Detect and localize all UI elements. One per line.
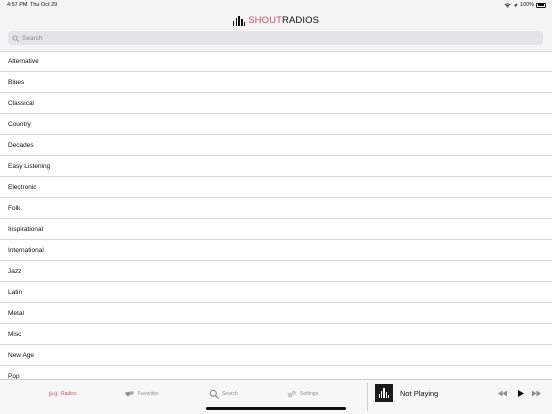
- status-time: 4:57 PM: [7, 2, 28, 8]
- genre-label: New Age: [8, 351, 35, 359]
- rewind-button[interactable]: [497, 388, 508, 398]
- genre-row[interactable]: Classical: [0, 93, 552, 114]
- genre-row[interactable]: Blues: [0, 72, 552, 93]
- app-title: SHOUTRADIOS: [248, 14, 320, 26]
- genre-label: Classical: [8, 99, 35, 107]
- genre-label: Misc: [8, 330, 22, 338]
- genre-row[interactable]: Jazz: [0, 261, 552, 282]
- equalizer-logo-icon: [232, 15, 246, 26]
- genre-row[interactable]: New Age: [0, 345, 552, 366]
- genre-row[interactable]: International: [0, 240, 552, 261]
- genre-label: Easy Listening: [8, 162, 51, 170]
- wifi-icon: [504, 2, 511, 8]
- genre-label: Metal: [8, 309, 24, 317]
- genre-label: Inspirational: [8, 225, 44, 233]
- genre-row[interactable]: Country: [0, 114, 552, 135]
- status-bar: 4:57 PM Thu Oct 29 100%: [0, 0, 552, 11]
- battery-percent: 100%: [519, 2, 534, 8]
- app-header: SHOUTRADIOS: [0, 11, 552, 30]
- genre-row[interactable]: Inspirational: [0, 219, 552, 240]
- tab-search-label: Search: [222, 391, 238, 397]
- logo-shout-text: SHOUT: [248, 14, 282, 26]
- status-date: Thu Oct 29: [30, 2, 58, 8]
- genre-row[interactable]: Easy Listening: [0, 156, 552, 177]
- genre-row[interactable]: Latin: [0, 282, 552, 303]
- play-icon: [518, 389, 524, 397]
- logo-radios-text: RADIOS: [281, 14, 320, 26]
- genre-row[interactable]: Folk: [0, 198, 552, 219]
- genre-label: Decades: [8, 141, 34, 149]
- app-logo: SHOUTRADIOS: [232, 14, 320, 26]
- genre-label: International: [8, 246, 44, 254]
- genre-row[interactable]: Metal: [0, 303, 552, 324]
- genre-row[interactable]: Alternative: [0, 51, 552, 72]
- fast-forward-button[interactable]: [531, 388, 542, 398]
- gears-icon: [287, 390, 296, 398]
- genre-row[interactable]: Electronic: [0, 177, 552, 198]
- genre-label: Country: [8, 120, 31, 128]
- tab-search[interactable]: Search: [209, 388, 238, 400]
- now-playing-artwork[interactable]: [375, 384, 393, 402]
- genre-label: Blues: [8, 78, 25, 86]
- genre-row[interactable]: Decades: [0, 135, 552, 156]
- genre-label: Latin: [8, 288, 23, 296]
- status-indicators: 100%: [504, 2, 546, 8]
- location-icon: [513, 3, 518, 7]
- search-bar[interactable]: [8, 31, 543, 45]
- home-indicator: [206, 407, 346, 410]
- search-input[interactable]: [22, 34, 522, 42]
- tab-settings[interactable]: Settings: [287, 388, 318, 400]
- search-icon: [209, 389, 219, 399]
- rewind-icon: [498, 390, 507, 396]
- genre-label: Jazz: [8, 267, 22, 275]
- battery-icon: [536, 2, 546, 8]
- now-playing-title[interactable]: Not Playing: [400, 389, 438, 398]
- player-divider: [367, 383, 368, 411]
- genre-label: Electronic: [8, 183, 37, 191]
- tab-favorites[interactable]: Favorites: [125, 388, 159, 400]
- hearts-icon: [125, 391, 134, 397]
- radio-waves-icon: [49, 391, 57, 397]
- genre-label: Alternative: [8, 58, 39, 65]
- fast-forward-icon: [532, 390, 541, 396]
- genre-row[interactable]: Misc: [0, 324, 552, 345]
- genre-list[interactable]: Alternative Blues Classical Country Decades E…: [0, 51, 552, 379]
- tab-radios-label: Radios: [61, 391, 77, 397]
- tab-settings-label: Settings: [300, 391, 319, 397]
- tab-favorites-label: Favorites: [138, 391, 159, 397]
- play-button[interactable]: [515, 388, 526, 398]
- search-icon: [12, 34, 19, 42]
- genre-label: Folk: [8, 204, 21, 212]
- genre-row[interactable]: Pop: [0, 366, 552, 380]
- tab-radios[interactable]: Radios: [48, 388, 77, 400]
